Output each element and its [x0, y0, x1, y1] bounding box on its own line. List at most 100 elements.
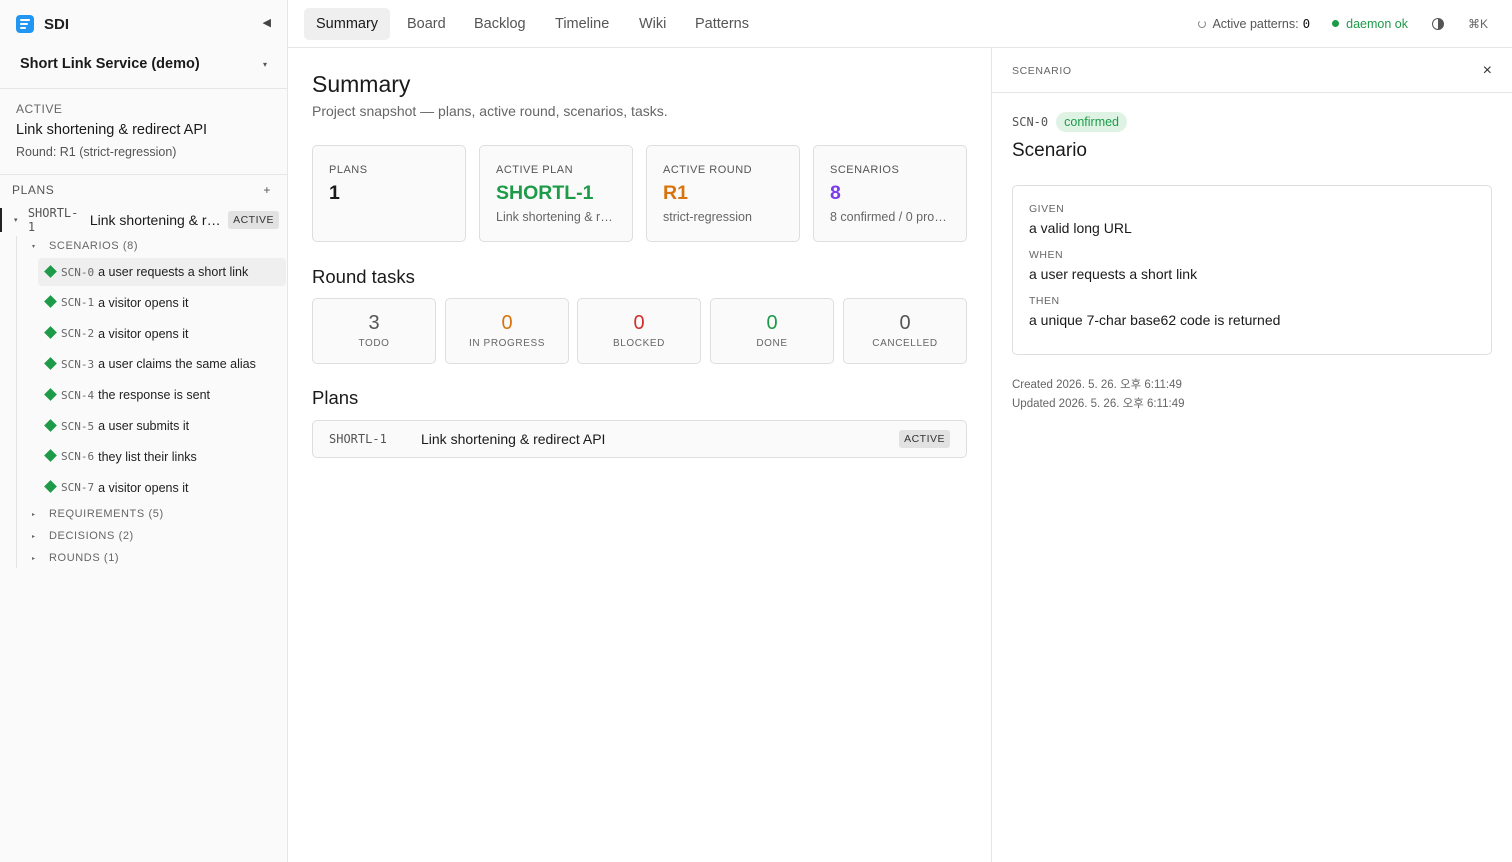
given-label: GIVEN	[1029, 203, 1065, 215]
stat-card-scenarios[interactable]: SCENARIOS 8 8 confirmed / 0 proposed	[813, 145, 967, 242]
active-plan-title: Link shortening & redirect API	[16, 122, 208, 138]
when-label: WHEN	[1029, 249, 1064, 261]
chevron-left-icon[interactable]: ◀	[263, 16, 271, 29]
list-doc-icon	[16, 15, 34, 33]
stat-label: ACTIVE PLAN	[496, 164, 574, 176]
scenario-item[interactable]: SCN-6 they list their links	[38, 443, 286, 471]
add-plan-button[interactable]: +	[263, 183, 271, 197]
tree-guide	[16, 236, 17, 568]
scenario-title: Scenario	[1012, 140, 1087, 161]
group-rounds[interactable]: ▸ ROUNDS (1)	[32, 552, 119, 564]
given-value: a valid long URL	[1029, 220, 1132, 236]
stat-label: PLANS	[329, 164, 368, 176]
page-subtitle: Project snapshot — plans, active round, …	[312, 103, 668, 119]
tab-wiki[interactable]: Wiki	[627, 8, 678, 40]
task-label: DONE	[756, 338, 788, 349]
scenario-item[interactable]: SCN-5 a user submits it	[38, 412, 286, 440]
task-count-cancelled[interactable]: 0 CANCELLED	[843, 298, 967, 364]
stat-label: ACTIVE ROUND	[663, 164, 753, 176]
active-round: Round: R1 (strict-regression)	[16, 145, 177, 159]
plan-code: SHORTL-1	[27, 206, 79, 234]
stat-value: SHORTL-1	[496, 182, 594, 204]
expand-icon: ▸	[32, 555, 36, 562]
group-label: DECISIONS (2)	[49, 530, 134, 542]
status-badge: confirmed	[1056, 112, 1128, 132]
scenario-item[interactable]: SCN-7 a visitor opens it	[38, 474, 286, 502]
given-when-then: GIVEN a valid long URL WHEN a user reque…	[1012, 185, 1492, 355]
group-label: ROUNDS (1)	[49, 552, 120, 564]
diamond-icon	[44, 387, 57, 401]
expand-icon: ▾	[32, 243, 36, 250]
scenario-code: SCN-7	[61, 481, 95, 495]
plan-tree-item[interactable]: ▾ SHORTL-1 Link shortening & redirect AP…	[0, 206, 279, 234]
stat-card-active-plan[interactable]: ACTIVE PLAN SHORTL-1 Link shortening & r…	[479, 145, 633, 242]
task-label: BLOCKED	[613, 338, 665, 349]
scenario-item[interactable]: SCN-1 a visitor opens it	[38, 289, 286, 317]
stat-value: R1	[663, 182, 688, 204]
expand-icon[interactable]: ▾	[14, 216, 28, 224]
scenario-detail-panel: SCENARIO × SCN-0 confirmed Scenario GIVE…	[991, 48, 1512, 862]
task-count-in-progress[interactable]: 0 IN PROGRESS	[445, 298, 569, 364]
stat-label: SCENARIOS	[830, 164, 900, 176]
scenario-title: the response is sent	[98, 388, 210, 403]
group-label: SCENARIOS (8)	[49, 240, 139, 252]
task-label: CANCELLED	[872, 338, 938, 349]
stat-card-active-round[interactable]: ACTIVE ROUND R1 strict-regression	[646, 145, 800, 242]
group-scenarios[interactable]: ▾ SCENARIOS (8)	[32, 240, 138, 252]
tab-board[interactable]: Board	[395, 8, 458, 40]
scenario-code: SCN-6	[61, 450, 95, 464]
scenario-title: they list their links	[98, 449, 197, 464]
summary-view: Summary Project snapshot — plans, active…	[288, 48, 992, 862]
brand[interactable]: SDI	[16, 14, 69, 34]
task-count: 0	[633, 312, 645, 334]
spinner-icon	[1198, 19, 1207, 28]
created-timestamp: Created 2026. 5. 26. 오후 6:11:49	[1012, 379, 1182, 391]
task-count: 0	[501, 312, 513, 334]
tab-summary[interactable]: Summary	[304, 8, 391, 40]
stat-value: 8	[830, 182, 841, 204]
status-dot-icon	[1332, 20, 1340, 27]
timestamps: Created 2026. 5. 26. 오후 6:11:49 Updated …	[1012, 376, 1185, 414]
task-count-todo[interactable]: 3 TODO	[312, 298, 436, 364]
plans-header-label: PLANS	[12, 183, 55, 197]
tab-backlog[interactable]: Backlog	[462, 8, 538, 40]
plan-title: Link shortening & redirect API	[89, 212, 223, 228]
diamond-icon	[44, 295, 57, 309]
divider	[0, 174, 287, 175]
scenario-code: SCN-3	[61, 357, 95, 371]
expand-icon: ▸	[32, 511, 36, 518]
updated-timestamp: Updated 2026. 5. 26. 오후 6:11:49	[1012, 398, 1185, 410]
project-name: Short Link Service (demo)	[20, 56, 200, 72]
task-count: 0	[899, 312, 911, 334]
tab-timeline[interactable]: Timeline	[543, 8, 621, 40]
contrast-icon[interactable]	[1431, 17, 1444, 30]
diamond-icon	[44, 418, 57, 432]
group-decisions[interactable]: ▸ DECISIONS (2)	[32, 530, 134, 542]
panel-label: SCENARIO	[1012, 65, 1072, 77]
close-icon[interactable]: ×	[1483, 62, 1492, 80]
plan-list-row[interactable]: SHORTL-1 Link shortening & redirect API …	[312, 420, 967, 458]
group-requirements[interactable]: ▸ REQUIREMENTS (5)	[32, 508, 164, 520]
top-nav: Summary Board Backlog Timeline Wiki Patt…	[288, 0, 1512, 48]
task-count-blocked[interactable]: 0 BLOCKED	[577, 298, 701, 364]
tab-patterns[interactable]: Patterns	[683, 8, 761, 40]
diamond-icon	[44, 264, 57, 278]
scenario-code: SCN-0	[61, 265, 95, 279]
scenario-item[interactable]: SCN-0 a user requests a short link	[38, 258, 286, 286]
scenario-item[interactable]: SCN-2 a visitor opens it	[38, 320, 286, 348]
project-selector[interactable]: Short Link Service (demo) ▾	[20, 54, 267, 74]
group-label: REQUIREMENTS (5)	[49, 508, 164, 520]
task-count-done[interactable]: 0 DONE	[710, 298, 834, 364]
scenario-code: SCN-2	[61, 327, 95, 341]
scenario-code: SCN-0	[1012, 115, 1049, 129]
stat-card-plans: PLANS 1	[312, 145, 466, 242]
scenario-code: SCN-1	[61, 296, 95, 310]
scenario-item[interactable]: SCN-4 the response is sent	[38, 381, 286, 409]
status-badge: ACTIVE	[899, 430, 950, 448]
stat-sub: strict-regression	[663, 210, 752, 224]
scenario-code: SCN-4	[61, 388, 95, 402]
command-palette-shortcut[interactable]: ⌘K	[1468, 17, 1488, 31]
scenario-item[interactable]: SCN-3 a user claims the same alias	[38, 350, 286, 378]
then-label: THEN	[1029, 295, 1060, 307]
chevron-down-icon: ▾	[262, 59, 267, 69]
